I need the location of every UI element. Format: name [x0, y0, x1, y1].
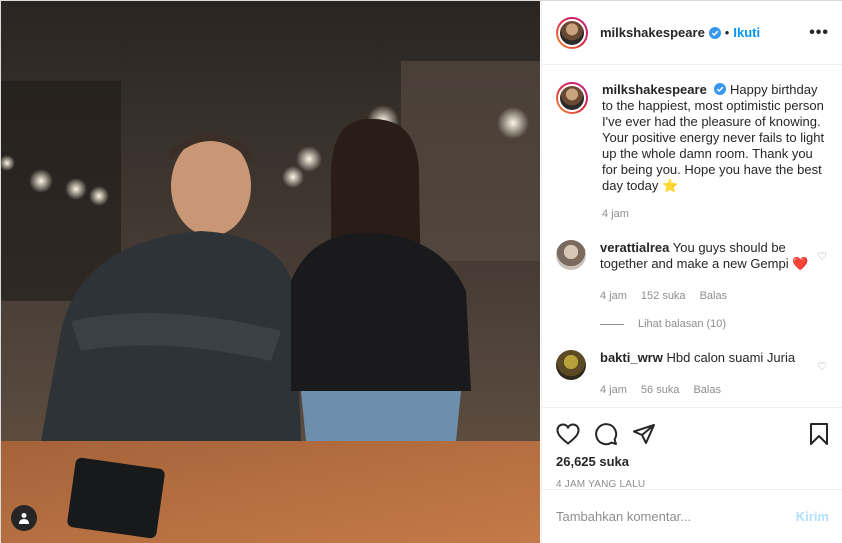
- share-icon[interactable]: [632, 423, 656, 445]
- comment-username[interactable]: bakti_wrw: [600, 350, 663, 365]
- action-icons: [556, 416, 829, 452]
- post-header: milkshakespeare • Ikuti •••: [542, 1, 842, 65]
- comment-likes[interactable]: 56 suka: [641, 384, 680, 396]
- likes-count[interactable]: 26,625 suka: [556, 454, 829, 469]
- comment-meta: 4 jam 56 suka Balas: [600, 384, 810, 396]
- post-photo[interactable]: [1, 1, 540, 543]
- avatar[interactable]: [556, 240, 586, 270]
- view-replies-button[interactable]: Lihat balasan (10): [600, 318, 829, 330]
- caption: milkshakespeare Happy birthday to the ha…: [556, 82, 829, 220]
- post-container: milkshakespeare • Ikuti ••• milkshakespe…: [0, 0, 842, 543]
- avatar[interactable]: [556, 82, 588, 114]
- divider: [600, 323, 624, 325]
- comment-icon[interactable]: [594, 422, 618, 446]
- avatar[interactable]: [556, 350, 586, 380]
- comment-username[interactable]: verattialrea: [600, 240, 669, 255]
- add-comment-bar: Kirim: [542, 489, 842, 543]
- caption-text: Happy birthday to the happiest, most opt…: [602, 82, 825, 193]
- separator-dot: •: [724, 25, 730, 40]
- comment-text-block: verattialrea You guys should be together…: [600, 240, 810, 272]
- comment-time: 4 jam: [600, 290, 627, 302]
- user-tag-icon[interactable]: [11, 505, 37, 531]
- comment-text-block: bakti_wrw Hbd calon suami Juria: [600, 350, 810, 366]
- post-sidebar: milkshakespeare • Ikuti ••• milkshakespe…: [541, 1, 842, 543]
- photo-illustration: [1, 1, 540, 543]
- comment-likes[interactable]: 152 suka: [641, 290, 686, 302]
- comment-meta: 4 jam 152 suka Balas: [600, 290, 810, 302]
- comments-list[interactable]: milkshakespeare Happy birthday to the ha…: [542, 66, 842, 406]
- view-replies-label: Lihat balasan (10): [638, 318, 727, 330]
- caption-text-block: milkshakespeare Happy birthday to the ha…: [602, 82, 828, 194]
- list-item: verattialrea You guys should be together…: [556, 240, 829, 302]
- bookmark-icon[interactable]: [809, 422, 829, 446]
- verified-icon: [714, 83, 727, 95]
- caption-time: 4 jam: [602, 208, 629, 220]
- caption-username[interactable]: milkshakespeare: [602, 82, 707, 97]
- heart-icon[interactable]: [556, 423, 580, 445]
- reply-button[interactable]: Balas: [693, 384, 721, 396]
- list-item: bakti_wrw Hbd calon suami Juria 4 jam 56…: [556, 350, 829, 396]
- comment-text: Hbd calon suami Juria: [666, 350, 796, 365]
- send-button[interactable]: Kirim: [796, 509, 829, 524]
- follow-button[interactable]: Ikuti: [733, 25, 760, 40]
- heart-icon[interactable]: ♡: [817, 360, 827, 373]
- reply-button[interactable]: Balas: [700, 290, 728, 302]
- action-bar: 26,625 suka 4 JAM YANG LALU: [542, 407, 842, 490]
- header-username[interactable]: milkshakespeare: [600, 25, 705, 40]
- more-icon[interactable]: •••: [809, 24, 829, 42]
- heart-icon[interactable]: ♡: [817, 250, 827, 263]
- comment-input[interactable]: [556, 509, 796, 524]
- verified-icon: [708, 26, 721, 39]
- avatar[interactable]: [556, 16, 588, 49]
- comment-time: 4 jam: [600, 384, 627, 396]
